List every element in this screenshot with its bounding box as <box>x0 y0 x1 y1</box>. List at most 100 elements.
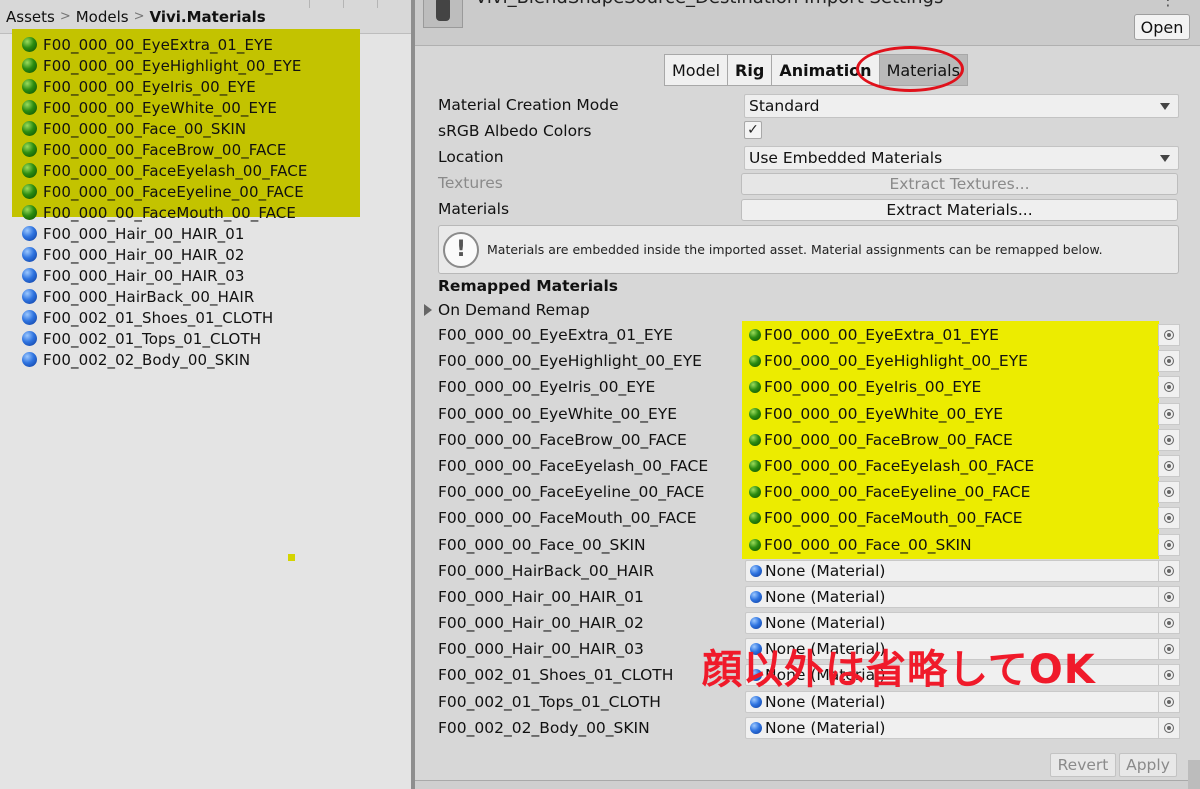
object-picker-icon[interactable] <box>1158 533 1180 556</box>
remap-row: F00_000_00_EyeIris_00_EYE F00_000_00_EyeI… <box>415 375 1200 401</box>
material-object-field[interactable]: F00_000_00_FaceEyeline_00_FACE <box>745 481 1157 503</box>
material-creation-mode-dropdown[interactable]: Standard <box>744 94 1179 118</box>
list-item[interactable]: F00_000_Hair_00_HAIR_02 <box>22 244 307 265</box>
remap-row-label: F00_000_Hair_00_HAIR_01 <box>438 587 644 606</box>
object-picker-icon[interactable] <box>1158 638 1180 661</box>
list-item[interactable]: F00_002_01_Shoes_01_CLOTH <box>22 307 307 328</box>
list-item[interactable]: F00_000_00_EyeIris_00_EYE <box>22 76 307 97</box>
material-object-value: F00_000_00_FaceMouth_00_FACE <box>764 509 1023 528</box>
list-item[interactable]: F00_002_01_Tops_01_CLOTH <box>22 328 307 349</box>
object-picker-icon[interactable] <box>1158 428 1180 451</box>
object-picker-icon[interactable] <box>1158 350 1180 373</box>
list-item[interactable]: F00_000_00_FaceEyeline_00_FACE <box>22 181 307 202</box>
toolbar-stub <box>309 0 411 8</box>
list-item[interactable]: F00_000_00_FaceEyelash_00_FACE <box>22 160 307 181</box>
location-label: Location <box>438 148 504 166</box>
breadcrumb-models[interactable]: Models <box>76 8 129 26</box>
material-file-list: F00_000_00_EyeExtra_01_EYE F00_000_00_Eye… <box>22 34 307 370</box>
extract-textures-button[interactable]: Extract Textures... <box>741 173 1178 195</box>
breadcrumb-current-folder[interactable]: Vivi.Materials <box>150 8 266 26</box>
material-object-field[interactable]: F00_000_00_EyeHighlight_00_EYE <box>745 350 1157 372</box>
tab-model[interactable]: Model <box>664 54 729 86</box>
extract-materials-button[interactable]: Extract Materials... <box>741 199 1178 221</box>
material-sphere-icon <box>750 590 762 603</box>
scrollbar[interactable] <box>1188 760 1200 789</box>
list-item-label: F00_000_00_EyeWhite_00_EYE <box>43 98 277 117</box>
material-object-field[interactable]: F00_000_00_EyeExtra_01_EYE <box>745 324 1157 346</box>
material-object-value: F00_000_00_Face_00_SKIN <box>764 535 972 554</box>
material-object-field[interactable]: None (Material) <box>745 559 1179 582</box>
remap-row: F00_000_Hair_00_HAIR_01 None (Material) <box>415 585 1200 611</box>
revert-button[interactable]: Revert <box>1050 753 1116 777</box>
location-value: Use Embedded Materials <box>749 149 943 167</box>
list-item[interactable]: F00_000_00_FaceBrow_00_FACE <box>22 139 307 160</box>
material-sphere-icon <box>22 226 37 241</box>
material-object-field[interactable]: F00_000_00_EyeIris_00_EYE <box>745 376 1157 398</box>
dropdown-arrow-icon <box>1160 103 1170 110</box>
list-item[interactable]: F00_000_00_EyeHighlight_00_EYE <box>22 55 307 76</box>
material-object-value: F00_000_00_EyeHighlight_00_EYE <box>764 352 1028 371</box>
list-item[interactable]: F00_000_Hair_00_HAIR_03 <box>22 265 307 286</box>
material-object-field[interactable]: F00_000_00_FaceEyelash_00_FACE <box>745 455 1157 477</box>
object-picker-icon[interactable] <box>1158 612 1180 635</box>
object-picker-icon[interactable] <box>1158 559 1180 582</box>
list-item-label: F00_000_00_EyeHighlight_00_EYE <box>43 56 302 75</box>
material-sphere-icon <box>22 331 37 346</box>
object-picker-icon[interactable] <box>1158 690 1180 713</box>
object-picker-icon[interactable] <box>1158 324 1180 346</box>
list-item-label: F00_000_00_EyeIris_00_EYE <box>43 77 256 96</box>
list-item[interactable]: F00_000_Hair_00_HAIR_01 <box>22 223 307 244</box>
preview-strip <box>415 780 1200 789</box>
material-object-field[interactable]: F00_000_00_FaceBrow_00_FACE <box>745 429 1157 451</box>
remap-row-label: F00_002_02_Body_00_SKIN <box>438 718 650 737</box>
material-sphere-icon <box>22 163 37 178</box>
list-item[interactable]: F00_000_00_Face_00_SKIN <box>22 118 307 139</box>
list-item-label: F00_000_00_Face_00_SKIN <box>43 119 247 138</box>
material-object-field[interactable]: None (Material) <box>745 585 1179 608</box>
object-picker-icon[interactable] <box>1158 454 1180 477</box>
breadcrumb-assets[interactable]: Assets <box>6 8 55 26</box>
material-object-field[interactable]: F00_000_00_FaceMouth_00_FACE <box>745 507 1157 529</box>
remap-row-label: F00_000_00_Face_00_SKIN <box>438 535 646 554</box>
material-object-field[interactable]: None (Material) <box>745 716 1179 739</box>
material-object-field[interactable]: F00_000_00_EyeWhite_00_EYE <box>745 403 1157 425</box>
material-sphere-icon <box>22 79 37 94</box>
object-picker-icon[interactable] <box>1158 402 1180 425</box>
remap-row-label: F00_002_01_Shoes_01_CLOTH <box>438 666 674 685</box>
remapped-materials-heading: Remapped Materials <box>438 277 619 295</box>
annotation-text: 顔以外は省略してOK <box>702 647 1096 693</box>
on-demand-remap-label: On Demand Remap <box>438 301 590 319</box>
list-item[interactable]: F00_000_00_EyeWhite_00_EYE <box>22 97 307 118</box>
object-picker-icon[interactable] <box>1158 664 1180 687</box>
open-button[interactable]: Open <box>1134 14 1190 40</box>
remap-row: F00_000_00_FaceEyeline_00_FACE F00_000_00… <box>415 480 1200 506</box>
list-item[interactable]: F00_000_00_EyeExtra_01_EYE <box>22 34 307 55</box>
more-options-icon[interactable]: ⋮ <box>1160 0 1184 9</box>
remap-row-label: F00_000_00_EyeHighlight_00_EYE <box>438 352 702 371</box>
apply-button[interactable]: Apply <box>1119 753 1177 777</box>
list-item[interactable]: F00_000_00_FaceMouth_00_FACE <box>22 202 307 223</box>
object-picker-icon[interactable] <box>1158 481 1180 504</box>
list-item[interactable]: F00_000_HairBack_00_HAIR <box>22 286 307 307</box>
material-sphere-icon <box>749 381 761 394</box>
material-sphere-icon <box>22 310 37 325</box>
remap-row-label: F00_000_00_EyeExtra_01_EYE <box>438 326 673 344</box>
object-picker-icon[interactable] <box>1158 585 1180 608</box>
chevron-right-icon: > <box>59 9 71 24</box>
remap-row-label: F00_002_01_Tops_01_CLOTH <box>438 692 661 711</box>
list-item[interactable]: F00_002_02_Body_00_SKIN <box>22 349 307 370</box>
on-demand-remap-foldout[interactable]: On Demand Remap <box>424 301 590 319</box>
material-object-value: F00_000_00_FaceEyeline_00_FACE <box>764 483 1031 502</box>
remap-row-label: F00_000_00_EyeWhite_00_EYE <box>438 404 678 423</box>
material-sphere-icon <box>22 142 37 157</box>
materials-label: Materials <box>438 200 510 218</box>
location-dropdown[interactable]: Use Embedded Materials <box>744 146 1179 170</box>
object-picker-icon[interactable] <box>1158 376 1180 399</box>
material-object-field[interactable]: F00_000_00_Face_00_SKIN <box>745 534 1157 556</box>
object-picker-icon[interactable] <box>1158 716 1180 739</box>
material-object-field[interactable]: None (Material) <box>745 612 1179 635</box>
list-item-label: F00_000_00_FaceEyelash_00_FACE <box>43 161 308 180</box>
tab-rig[interactable]: Rig <box>727 54 773 86</box>
object-picker-icon[interactable] <box>1158 507 1180 530</box>
srgb-albedo-checkbox[interactable]: ✓ <box>744 121 762 139</box>
